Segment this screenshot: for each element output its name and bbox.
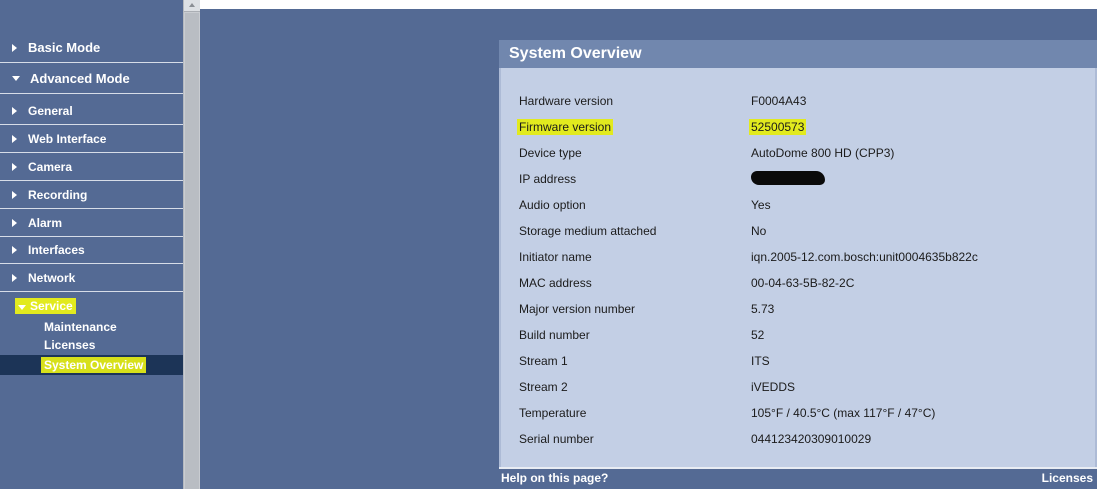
redacted-value: [751, 170, 825, 185]
row-value: 52500573: [749, 119, 807, 135]
help-link[interactable]: Help on this page?: [501, 471, 608, 485]
sidebar-item-interfaces[interactable]: Interfaces: [0, 236, 183, 264]
highlight-marker: Service: [15, 298, 76, 314]
collapse-arrow-icon: [18, 305, 26, 310]
row-label: Audio option: [519, 198, 586, 212]
sidebar-item-label: Alarm: [28, 215, 63, 230]
panel-footer: Help on this page? Licenses: [499, 467, 1097, 489]
scroll-up-icon[interactable]: [184, 0, 200, 12]
sidebar-subitem-label: Maintenance: [44, 320, 117, 334]
sidebar-item-network[interactable]: Network: [0, 264, 183, 292]
sidebar-item-label: Service: [30, 299, 73, 313]
panel-body: Hardware version F0004A43 Firmware versi…: [501, 68, 1095, 467]
row-value: AutoDome 800 HD (CPP3): [751, 146, 895, 160]
row-value: iVEDDS: [751, 380, 796, 394]
row-label: Device type: [519, 146, 582, 160]
info-row-temperature: Temperature 105°F / 40.5°C (max 117°F / …: [501, 400, 1095, 426]
row-value: F0004A43: [751, 94, 807, 108]
row-label: IP address: [519, 172, 577, 186]
expand-arrow-icon: [12, 218, 17, 227]
row-value: Yes: [751, 198, 771, 212]
expand-arrow-icon: [12, 134, 17, 143]
row-label: Stream 1: [519, 354, 568, 368]
sidebar-item-advanced-mode[interactable]: Advanced Mode: [0, 64, 183, 94]
info-row-firmware-version: Firmware version 52500573: [501, 114, 1095, 140]
row-label: Serial number: [519, 432, 594, 446]
collapse-arrow-icon: [12, 76, 20, 81]
row-label: Initiator name: [519, 250, 592, 264]
info-row-hardware-version: Hardware version F0004A43: [501, 88, 1095, 114]
row-label: MAC address: [519, 276, 592, 290]
expand-arrow-icon: [12, 162, 17, 171]
expand-arrow-icon: [12, 273, 17, 282]
sidebar-item-label: Advanced Mode: [30, 71, 130, 86]
redaction-mark: [751, 170, 825, 185]
row-value: 52: [751, 328, 765, 342]
row-value: iqn.2005-12.com.bosch:unit0004635b822c: [751, 250, 978, 264]
info-row-serial-number: Serial number 044123420309010029: [501, 426, 1095, 452]
sidebar-item-web-interface[interactable]: Web Interface: [0, 125, 183, 153]
sidebar-item-camera[interactable]: Camera: [0, 153, 183, 181]
info-row-initiator-name: Initiator name iqn.2005-12.com.bosch:uni…: [501, 244, 1095, 270]
system-overview-panel: System Overview Hardware version F0004A4…: [499, 40, 1097, 489]
row-label: Major version number: [519, 302, 636, 316]
sidebar-item-basic-mode[interactable]: Basic Mode: [0, 33, 183, 63]
row-value: ITS: [751, 354, 770, 368]
info-row-device-type: Device type AutoDome 800 HD (CPP3): [501, 140, 1095, 166]
sidebar-item-label: Interfaces: [28, 242, 85, 257]
row-value: No: [751, 224, 767, 238]
expand-arrow-icon: [12, 43, 17, 52]
row-label-wrap: Firmware version: [517, 119, 614, 135]
sidebar-item-recording[interactable]: Recording: [0, 181, 183, 209]
footer-divider: [499, 467, 1097, 469]
info-row-audio-option: Audio option Yes: [501, 192, 1095, 218]
licenses-link[interactable]: Licenses: [1042, 471, 1093, 485]
row-label: Storage medium attached: [519, 224, 657, 238]
expand-arrow-icon: [12, 106, 17, 115]
sidebar-subitem-label: Licenses: [44, 338, 96, 352]
info-row-stream-2: Stream 2 iVEDDS: [501, 374, 1095, 400]
sidebar-item-service[interactable]: Service: [0, 292, 183, 320]
sidebar: Basic Mode Advanced Mode General Web Int…: [0, 0, 183, 489]
row-value: 00-04-63-5B-82-2C: [751, 276, 855, 290]
sidebar-subitem-system-overview[interactable]: System Overview: [0, 355, 183, 375]
sidebar-item-label: Camera: [28, 159, 73, 174]
info-row-major-version: Major version number 5.73: [501, 296, 1095, 322]
sidebar-item-label: General: [28, 103, 73, 118]
row-value: 5.73: [751, 302, 775, 316]
sidebar-scrollbar[interactable]: [183, 0, 200, 489]
sidebar-item-label: Basic Mode: [28, 40, 101, 55]
info-row-storage-medium: Storage medium attached No: [501, 218, 1095, 244]
sidebar-item-label: Network: [28, 270, 76, 285]
sidebar-item-general[interactable]: General: [0, 97, 183, 125]
row-label: Stream 2: [519, 380, 568, 394]
row-value: 105°F / 40.5°C (max 117°F / 47°C): [751, 406, 936, 420]
row-label: Build number: [519, 328, 590, 342]
row-value: 044123420309010029: [751, 432, 872, 446]
row-label: Firmware version: [517, 119, 614, 135]
sidebar-subitem-licenses[interactable]: Licenses: [0, 336, 183, 354]
sidebar-subitem-label: System Overview: [41, 357, 147, 373]
row-label: Hardware version: [519, 94, 614, 108]
info-row-mac-address: MAC address 00-04-63-5B-82-2C: [501, 270, 1095, 296]
sidebar-item-alarm[interactable]: Alarm: [0, 209, 183, 237]
sidebar-item-label: Web Interface: [28, 131, 107, 146]
expand-arrow-icon: [12, 190, 17, 199]
main-content: System Overview Hardware version F0004A4…: [200, 0, 1097, 489]
row-value-wrap: 52500573: [749, 119, 807, 135]
scrollbar-thumb[interactable]: [185, 13, 199, 489]
sidebar-item-label: Recording: [28, 187, 88, 202]
info-row-ip-address: IP address: [501, 166, 1095, 192]
info-row-build-number: Build number 52: [501, 322, 1095, 348]
expand-arrow-icon: [12, 245, 17, 254]
top-border: [200, 0, 1097, 9]
panel-title: System Overview: [499, 40, 1097, 68]
sidebar-subitem-maintenance[interactable]: Maintenance: [0, 318, 183, 336]
row-label: Temperature: [519, 406, 587, 420]
info-row-stream-1: Stream 1 ITS: [501, 348, 1095, 374]
